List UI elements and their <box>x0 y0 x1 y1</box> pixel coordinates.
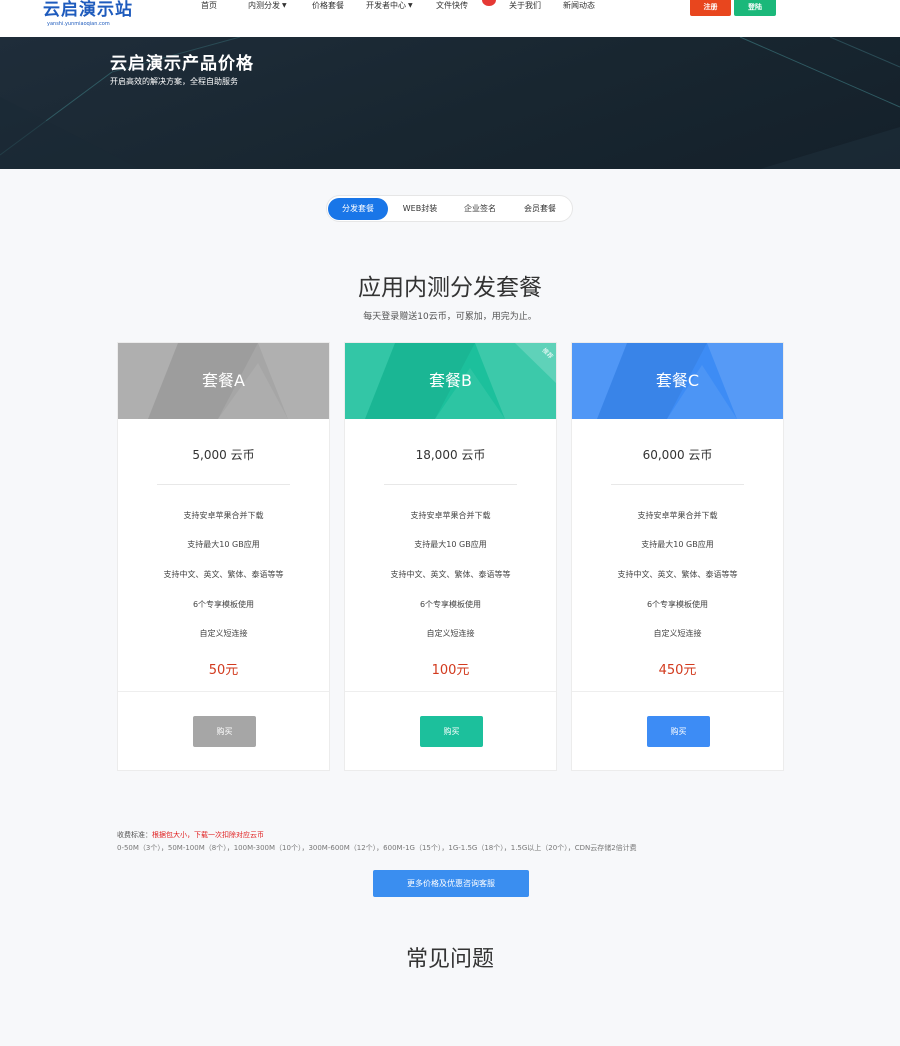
fee-label: 收费标准： <box>117 831 152 839</box>
chevron-down-icon: ▼ <box>282 2 287 9</box>
nav-label: 新闻动态 <box>563 1 595 10</box>
plan-feature: 支持最大10 GB应用 <box>414 540 487 549</box>
plan-card-b: 套餐B 推荐 18,000 云币 支持安卓苹果合并下载 支持最大10 GB应用 … <box>344 342 557 771</box>
tab-membership-plans[interactable]: 会员套餐 <box>511 198 569 220</box>
plan-credits: 5,000 云币 <box>192 448 255 462</box>
nav-label: 关于我们 <box>509 1 541 10</box>
plan-price: 100元 <box>431 663 470 678</box>
logo-text: 云启演示站 <box>43 0 133 20</box>
plan-feature: 支持中文、英文、繁体、泰语等等 <box>390 570 511 579</box>
page-title: 云启演示产品价格 <box>110 54 254 74</box>
buy-button[interactable]: 购买 <box>647 716 710 747</box>
plan-feature: 支持安卓苹果合并下载 <box>183 511 264 520</box>
nav-label: 内测分发 <box>248 1 280 10</box>
nav-item-beta-distribution[interactable]: 内测分发 ▼ <box>248 0 287 12</box>
divider <box>572 691 783 692</box>
tab-distribution-plans[interactable]: 分发套餐 <box>328 198 388 220</box>
tab-enterprise-signing[interactable]: 企业签名 <box>451 198 509 220</box>
plan-price: 50元 <box>208 663 239 678</box>
pricing-tabs: 分发套餐 WEB封装 企业签名 会员套餐 <box>326 195 573 222</box>
nav-label: 价格套餐 <box>312 1 344 10</box>
divider <box>345 691 556 692</box>
divider <box>384 484 517 485</box>
nav-item-home[interactable]: 首页 <box>201 0 217 12</box>
plan-credits: 18,000 云币 <box>415 448 486 462</box>
divider <box>611 484 744 485</box>
plan-feature: 自定义短连接 <box>426 629 475 638</box>
page-subtitle: 开启高效的解决方案，全程自助服务 <box>110 77 238 86</box>
login-button[interactable]: 登陆 <box>734 0 776 16</box>
plan-feature: 支持中文、英文、繁体、泰语等等 <box>163 570 284 579</box>
buy-button[interactable]: 购买 <box>420 716 483 747</box>
plan-feature: 6个专享模板使用 <box>646 600 709 609</box>
logo-domain: yanshi.yunmiaoqian.com <box>47 21 110 27</box>
plan-feature: 6个专享模板使用 <box>419 600 482 609</box>
fee-tiers: 0-50M（3个），50M-100M（8个），100M-300M（10个），30… <box>117 844 637 852</box>
nav-item-file-transfer[interactable]: 文件快传 <box>436 0 468 12</box>
page-banner: 云启演示产品价格 开启高效的解决方案，全程自助服务 <box>0 37 900 169</box>
contact-support-button[interactable]: 更多价格及优惠咨询客服 <box>373 870 529 897</box>
plan-name: 套餐C <box>655 371 700 390</box>
plan-credits: 60,000 云币 <box>642 448 713 462</box>
plan-card-header: 套餐B 推荐 <box>345 343 556 419</box>
plan-card-header: 套餐C <box>572 343 783 419</box>
plan-feature: 支持安卓苹果合并下载 <box>410 511 491 520</box>
plan-feature: 支持最大10 GB应用 <box>641 540 714 549</box>
plan-feature: 自定义短连接 <box>199 629 248 638</box>
plan-feature: 支持最大10 GB应用 <box>187 540 260 549</box>
notification-dot-icon <box>482 0 496 6</box>
divider <box>157 484 290 485</box>
nav-label: 文件快传 <box>436 1 468 10</box>
chevron-down-icon: ▼ <box>408 2 413 9</box>
site-logo[interactable]: 云启演示站 yanshi.yunmiaoqian.com <box>43 0 133 28</box>
nav-label: 开发者中心 <box>366 1 406 10</box>
section-title: 应用内测分发套餐 <box>358 275 542 301</box>
nav-item-about[interactable]: 关于我们 <box>509 0 541 12</box>
plan-card-a: 套餐A 5,000 云币 支持安卓苹果合并下载 支持最大10 GB应用 支持中文… <box>117 342 330 771</box>
tab-web-wrapper[interactable]: WEB封装 <box>391 198 449 220</box>
fee-highlight: 根据包大小，下载一次扣除对应云币 <box>152 831 264 839</box>
plan-feature: 支持中文、英文、繁体、泰语等等 <box>617 570 738 579</box>
register-button[interactable]: 注册 <box>690 0 731 16</box>
section-subtitle: 每天登录赠送10云币，可累加，用完为止。 <box>363 312 537 322</box>
nav-item-news[interactable]: 新闻动态 <box>563 0 595 12</box>
plan-price: 450元 <box>658 663 697 678</box>
divider <box>118 691 329 692</box>
nav-label: 首页 <box>201 1 217 10</box>
fee-standard: 收费标准：根据包大小，下载一次扣除对应云币 <box>117 830 264 840</box>
plan-card-header: 套餐A <box>118 343 329 419</box>
nav-item-pricing[interactable]: 价格套餐 <box>312 0 344 12</box>
top-navbar: 云启演示站 yanshi.yunmiaoqian.com 首页 内测分发 ▼ 价格… <box>0 0 900 37</box>
plan-feature: 支持安卓苹果合并下载 <box>637 511 718 520</box>
plan-card-c: 套餐C 60,000 云币 支持安卓苹果合并下载 支持最大10 GB应用 支持中… <box>571 342 784 771</box>
plan-feature: 自定义短连接 <box>653 629 702 638</box>
nav-item-developer-center[interactable]: 开发者中心 ▼ <box>366 0 413 12</box>
plan-feature: 6个专享模板使用 <box>192 600 255 609</box>
plan-name: 套餐B <box>429 371 472 390</box>
faq-title: 常见问题 <box>405 947 494 972</box>
plan-name: 套餐A <box>202 371 245 390</box>
buy-button[interactable]: 购买 <box>193 716 256 747</box>
